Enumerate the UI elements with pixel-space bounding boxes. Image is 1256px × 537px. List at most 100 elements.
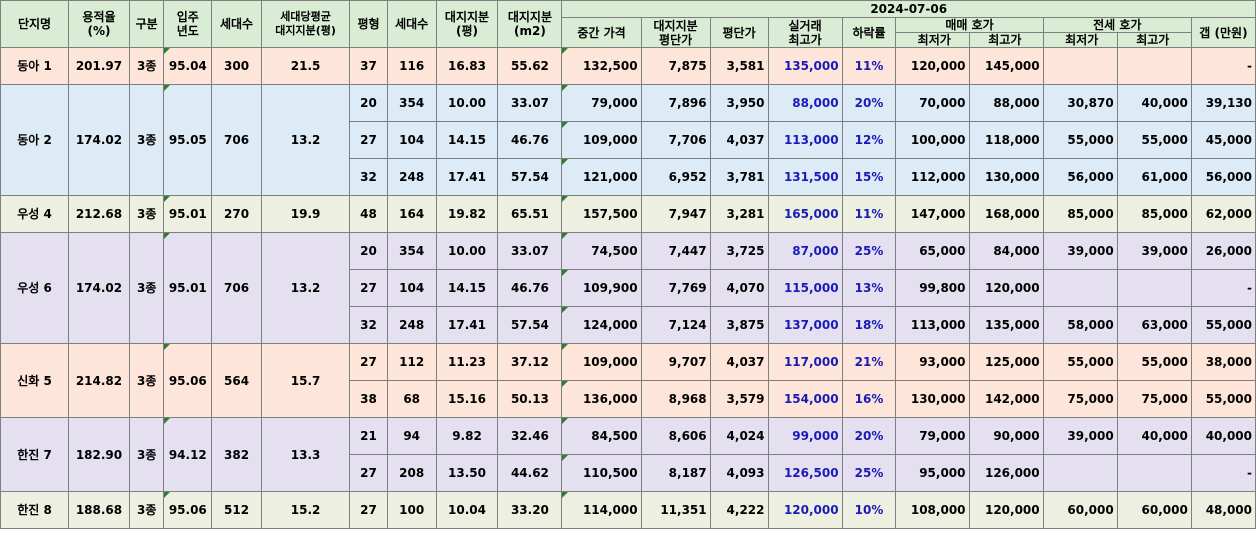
cell-drop: 20% [841,417,897,455]
cell-median: 157,500 [561,195,642,233]
cell-up: 4,037 [709,121,769,159]
header-land-unit-price-label: 대지지분 평단가 [653,18,698,47]
cell-smax: 135,000 [968,306,1044,344]
cell-smax: 120,000 [968,269,1044,307]
cell-max: 137,000 [767,306,843,344]
header-jeonse-max: 최고가 [1136,33,1170,47]
avg-land-value: 15.2 [260,491,351,529]
far-value: 188.68 [68,491,130,529]
cell-up: 3,781 [709,158,769,196]
year-value: 95.06 [163,343,213,418]
cell-type: 27 [349,269,388,307]
cell-smin: 130,000 [895,380,970,418]
header-max-real-trade: 실거래 최고가 [767,17,843,48]
zone-value: 3종 [128,84,165,196]
apartment-price-table: 단지명 용적율 (%) 구분 입주 년도 세대수 세대당평균 대지지분(평) 평형 세… [0,0,1256,529]
cell-gap: 39,130 [1190,84,1256,122]
zone-value: 3종 [128,47,165,85]
cell-lp: 17.41 [435,158,499,196]
cell-lm: 46.76 [497,121,563,159]
header-avg-land: 세대당평균 대지지분(평) [260,0,351,48]
header-unit-price: 평단가 [709,17,769,48]
cell-lup: 7,706 [640,121,711,159]
cell-max: 117,000 [767,343,843,381]
cell-max: 88,000 [767,84,843,122]
cell-drop: 25% [841,454,897,492]
avg-land-value: 19.9 [260,195,351,233]
cell-lup: 7,896 [640,84,711,122]
cell-hh: 116 [386,47,437,85]
cell-jmax [1116,269,1192,307]
cell-up: 3,725 [709,232,769,270]
cell-lp: 10.00 [435,232,499,270]
households-value: 706 [211,232,262,344]
header-year: 입주 년도 [163,0,213,48]
cell-lm: 37.12 [497,343,563,381]
complex-name: 우성 4 [0,195,70,233]
cell-up: 3,579 [709,380,769,418]
cell-gap: 55,000 [1190,380,1256,418]
cell-jmax: 60,000 [1116,491,1192,529]
cell-lp: 10.04 [435,491,499,529]
cell-jmin: 55,000 [1042,121,1118,159]
cell-smin: 70,000 [895,84,970,122]
far-value: 174.02 [68,232,130,344]
complex-name: 한진 8 [0,491,70,529]
cell-jmax: 40,000 [1116,84,1192,122]
header-land-m2-label: 대지지분 (m2) [507,10,553,38]
cell-drop: 16% [841,380,897,418]
cell-smax: 142,000 [968,380,1044,418]
cell-drop: 15% [841,158,897,196]
cell-drop: 20% [841,84,897,122]
cell-smin: 108,000 [895,491,970,529]
cell-up: 3,581 [709,47,769,85]
cell-lp: 17.41 [435,306,499,344]
cell-max: 126,500 [767,454,843,492]
cell-gap: 48,000 [1190,491,1256,529]
cell-lp: 14.15 [435,269,499,307]
cell-drop: 11% [841,47,897,85]
cell-gap: - [1190,269,1256,307]
cell-hh: 68 [386,380,437,418]
header-avg-land-label: 세대당평균 대지지분(평) [275,10,336,37]
cell-hh: 104 [386,121,437,159]
header-sale-min: 최저가 [899,33,971,47]
cell-hh: 248 [386,306,437,344]
year-value: 95.06 [163,491,213,529]
cell-lm: 33.07 [497,232,563,270]
cell-lup: 8,187 [640,454,711,492]
cell-max: 131,500 [767,158,843,196]
cell-jmax: 63,000 [1116,306,1192,344]
cell-lup: 7,875 [640,47,711,85]
cell-max: 99,000 [767,417,843,455]
cell-type: 27 [349,343,388,381]
cell-smax: 168,000 [968,195,1044,233]
header-far: 용적율 (%) [68,0,130,48]
cell-hh: 100 [386,491,437,529]
cell-smax: 90,000 [968,417,1044,455]
cell-drop: 13% [841,269,897,307]
households-value: 382 [211,417,262,492]
cell-hh: 94 [386,417,437,455]
cell-jmin: 55,000 [1042,343,1118,381]
cell-hh: 208 [386,454,437,492]
cell-jmin: 85,000 [1042,195,1118,233]
cell-jmax: 85,000 [1116,195,1192,233]
cell-lm: 65.51 [497,195,563,233]
year-value: 95.05 [163,84,213,196]
header-sale-group-label: 매매 호가 [896,19,1043,33]
cell-gap: 38,000 [1190,343,1256,381]
cell-median: 124,000 [561,306,642,344]
cell-jmin [1042,269,1118,307]
far-value: 212.68 [68,195,130,233]
cell-smax: 145,000 [968,47,1044,85]
complex-name: 동아 2 [0,84,70,196]
header-max-real-trade-label: 실거래 최고가 [788,18,822,47]
cell-jmax [1116,47,1192,85]
cell-hh: 112 [386,343,437,381]
cell-gap: 55,000 [1190,306,1256,344]
table-header: 단지명 용적율 (%) 구분 입주 년도 세대수 세대당평균 대지지분(평) 평형 세… [0,0,1256,48]
cell-smax: 125,000 [968,343,1044,381]
cell-lm: 57.54 [497,158,563,196]
cell-type: 27 [349,491,388,529]
